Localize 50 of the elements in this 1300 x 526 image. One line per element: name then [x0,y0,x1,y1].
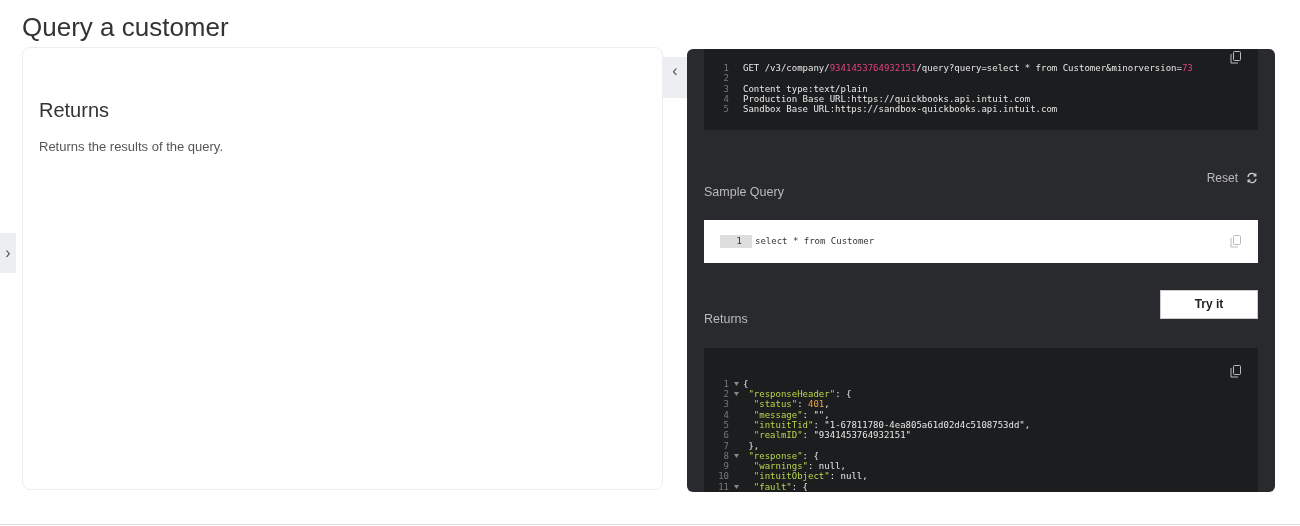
sample-query-label: Sample Query [704,184,785,201]
code-line: "warnings": null, [752,461,846,472]
line-number: 10 [717,471,729,482]
code-line: "status": 401, [752,399,830,410]
line-number: 1 [722,63,729,74]
fold-caret-icon[interactable] [733,381,739,386]
line-number: 9 [722,461,729,472]
code-line: }, [747,440,760,451]
section-heading: Returns [39,98,111,123]
returns-label: Returns [704,311,748,328]
fold-caret-icon[interactable] [733,453,739,458]
line-number: 4 [722,93,729,105]
line-number: 5 [722,419,729,431]
try-it-button[interactable]: Try it [1160,289,1258,319]
line-number: 7 [722,440,729,451]
line-number: 11 [717,481,729,492]
line-number: 6 [722,430,729,441]
page-title: Query a customer [22,11,229,44]
code-line: Production Base URL:https://quickbooks.api.intuit.com [743,93,1031,105]
code-line: "fault": { [752,481,809,492]
query-text: select * from Customer [755,234,875,248]
code-line: "responseHeader": { [747,389,852,400]
line-number: 5 [722,104,729,115]
code-line: "response": { [747,450,819,462]
code-line: "intuitObject": null, [752,471,868,482]
sample-query-editor[interactable]: 1 select * from Customer [704,219,1258,263]
code-line: Content type:text/plain [743,83,868,94]
section-description: Returns the results of the query. [39,138,225,156]
line-number: 2 [722,73,729,84]
code-line: { [743,378,749,390]
fold-caret-icon[interactable] [733,392,739,397]
refresh-icon [1246,172,1258,184]
line-number: 3 [722,399,729,410]
copy-icon[interactable] [1230,51,1241,64]
reset-button[interactable]: Reset [1206,169,1258,187]
line-number: 3 [722,83,729,94]
collapse-panel-button[interactable]: ‹ [663,57,687,98]
copy-icon[interactable] [1230,364,1241,378]
line-number: 2 [722,389,729,400]
fold-caret-icon[interactable] [733,484,739,489]
code-line: "message": "", [752,409,830,420]
line-number: 1 [722,378,729,390]
code-line: GET /v3/company/9341453764932151/query?query=select * from Customer&minorversion=73 [743,63,1193,74]
expand-sidebar-button[interactable]: › [0,233,16,273]
line-number: 1 [720,234,752,248]
code-line: Sandbox Base URL:https://sandbox-quickbooks.api.intuit.com [743,104,1058,115]
line-number: 8 [722,450,729,462]
line-number: 4 [722,409,729,420]
code-line: "intuitTid": "1-67811780-4ea805a61d02d4c5108753dd", [752,419,1031,431]
code-line: "realmID": "9341453764932151" [752,430,911,441]
